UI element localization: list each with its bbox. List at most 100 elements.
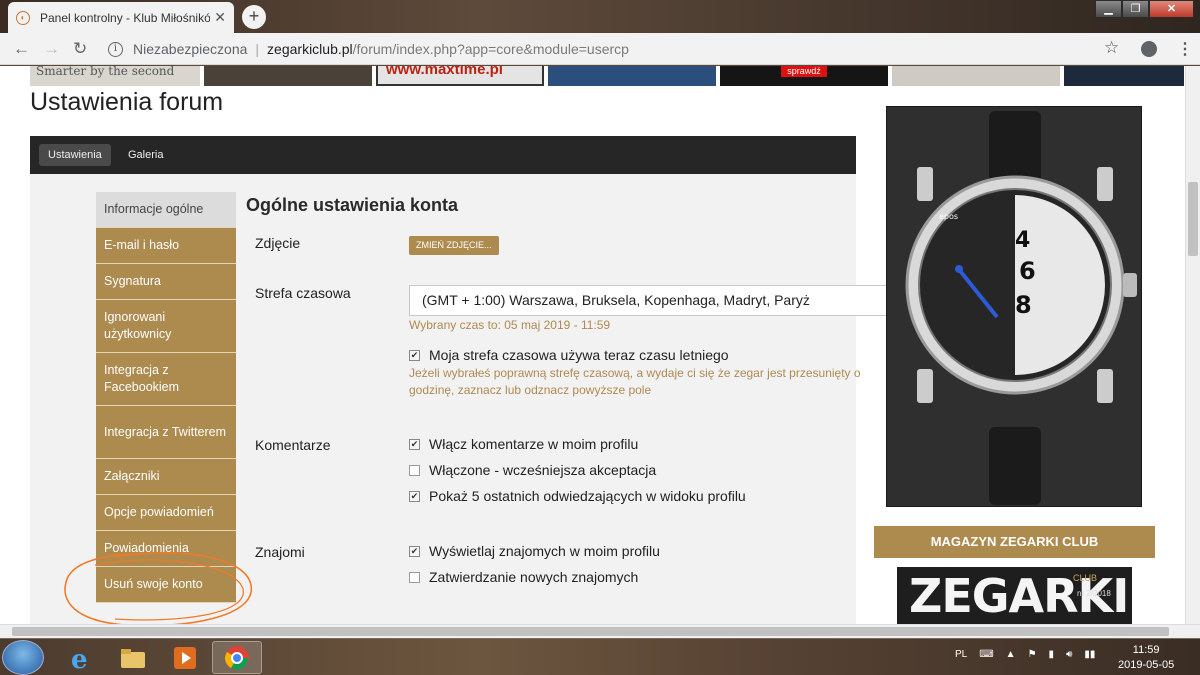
site-favicon-icon: ◐ <box>16 10 30 25</box>
action-center-flag-icon[interactable]: ⚑ <box>1028 649 1037 660</box>
info-icon[interactable]: i <box>108 41 123 57</box>
horizontal-scrollbar[interactable] <box>0 624 1200 638</box>
vertical-scroll-thumb[interactable] <box>1188 182 1198 256</box>
network-icon[interactable]: ▮▮ <box>1084 649 1095 660</box>
vertical-scrollbar[interactable] <box>1185 66 1200 624</box>
ad-banner[interactable] <box>1064 66 1184 86</box>
checkbox-unchecked[interactable] <box>409 464 420 476</box>
minimize-button[interactable]: ▁ <box>1095 0 1122 18</box>
magazine-cover[interactable]: ZEGARKI CLUB nr 2/2018 <box>897 567 1132 624</box>
media-player-icon[interactable] <box>160 641 210 674</box>
watch-image: 4 6 8 epos <box>905 111 1137 505</box>
dst-checkbox-row[interactable]: ✔ Moja strefa czasowa używa teraz czasu … <box>409 347 729 363</box>
tab-gallery[interactable]: Galeria <box>119 144 172 166</box>
ad-banner[interactable] <box>204 66 372 86</box>
show-hidden-icons[interactable]: ▲ <box>1006 649 1016 660</box>
svg-text:4: 4 <box>1015 228 1030 253</box>
address-bar[interactable]: i Niezabezpieczona | zegarkiclub.pl /for… <box>100 36 1130 62</box>
arrow-left-icon[interactable]: ← <box>13 39 30 59</box>
new-tab-button[interactable]: + <box>242 5 266 29</box>
internet-explorer-icon[interactable]: e <box>56 641 106 674</box>
comments-option-row[interactable]: ✔ Pokaż 5 ostatnich odwiedzających w wid… <box>409 488 746 504</box>
friends-option-label: Wyświetlaj znajomych w moim profilu <box>429 543 660 559</box>
sidebar-item-ignored-users[interactable]: Ignorowani użytkownicy <box>96 300 236 353</box>
watch-advertisement[interactable]: 4 6 8 epos <box>886 106 1142 507</box>
sidebar-item-twitter[interactable]: Integracja z Twitterem <box>96 406 236 459</box>
security-label: Niezabezpieczona <box>133 41 248 57</box>
checkbox-checked[interactable]: ✔ <box>409 438 420 450</box>
keyboard-icon[interactable]: ⌨ <box>979 649 993 660</box>
windows-taskbar: e PL ⌨ ▲ ⚑ ▮ 🔊︎ ▮▮ 11:59 2019-05-05 <box>0 638 1200 675</box>
photo-label: Zdjęcie <box>255 235 301 251</box>
sidebar-item-signature[interactable]: Sygnatura <box>96 264 236 300</box>
url-path: /forum/index.php?app=core&module=usercp <box>352 41 629 57</box>
language-indicator[interactable]: PL <box>955 649 967 660</box>
checkbox-checked[interactable]: ✔ <box>409 545 420 557</box>
tab-title: Panel kontrolny - Klub Miłośników <box>40 10 210 25</box>
volume-icon[interactable]: 🔊︎ <box>1066 649 1072 660</box>
ad-banner-strip: Smarter by the second www.maxtime.pl spr… <box>30 66 1184 86</box>
bookmark-star-icon[interactable]: ☆ <box>1104 38 1119 58</box>
sidebar-item-attachments[interactable]: Załączniki <box>96 459 236 495</box>
browser-toolbar: ← → ↻ i Niezabezpieczona | zegarkiclub.p… <box>0 33 1200 65</box>
menu-dots-icon[interactable]: ⋮ <box>1177 39 1193 59</box>
change-photo-button[interactable]: ZMIEŃ ZDJĘCIE... <box>409 236 499 255</box>
ad-banner[interactable]: Smarter by the second <box>30 66 200 86</box>
close-window-button[interactable]: ✕ <box>1149 0 1194 18</box>
taskbar-clock[interactable]: 11:59 2019-05-05 <box>1118 643 1174 673</box>
comments-option-label: Włącz komentarze w moim profilu <box>429 436 639 452</box>
checkbox-checked[interactable]: ✔ <box>409 490 420 502</box>
ie-logo: e <box>71 645 88 672</box>
annotation-circle <box>64 552 252 627</box>
friends-option-row[interactable]: ✔ Wyświetlaj znajomych w moim profilu <box>409 543 660 559</box>
dst-hint: Jeżeli wybrałeś poprawną strefę czasową,… <box>409 366 861 397</box>
svg-text:6: 6 <box>1019 257 1036 285</box>
ad-cta[interactable]: sprawdź <box>781 66 827 77</box>
ad-banner[interactable] <box>548 66 716 86</box>
comments-label: Komentarze <box>255 437 331 453</box>
timezone-selected-value: (GMT + 1:00) Warszawa, Bruksela, Kopenha… <box>422 292 810 308</box>
checkbox-checked[interactable]: ✔ <box>409 349 420 361</box>
sidebar-item-general[interactable]: Informacje ogólne <box>96 192 236 228</box>
friends-option-row[interactable]: Zatwierdzanie nowych znajomych <box>409 569 638 585</box>
reload-icon[interactable]: ↻ <box>73 39 87 59</box>
account-icon[interactable] <box>1141 41 1157 57</box>
tab-settings[interactable]: Ustawienia <box>39 144 111 166</box>
ad-banner[interactable]: sprawdź <box>720 66 888 86</box>
url-domain: zegarkiclub.pl <box>267 41 353 57</box>
sidebar-item-email-password[interactable]: E-mail i hasło <box>96 228 236 264</box>
timezone-label: Strefa czasowa <box>255 285 351 301</box>
timezone-select[interactable]: (GMT + 1:00) Warszawa, Bruksela, Kopenha… <box>409 285 911 316</box>
maximize-button[interactable]: ❐ <box>1122 0 1149 18</box>
checkbox-unchecked[interactable] <box>409 571 420 583</box>
browser-tab[interactable]: ◐ Panel kontrolny - Klub Miłośników ✕ <box>8 2 234 33</box>
chrome-icon[interactable] <box>212 641 262 674</box>
battery-icon[interactable]: ▮ <box>1049 649 1055 660</box>
horizontal-scroll-thumb[interactable] <box>12 627 1169 636</box>
svg-text:e: e <box>71 645 88 672</box>
friends-label: Znajomi <box>255 544 305 560</box>
friends-option-label: Zatwierdzanie nowych znajomych <box>429 569 639 585</box>
dst-checkbox-label: Moja strefa czasowa używa teraz czasu le… <box>429 347 729 363</box>
chrome-logo <box>225 645 249 670</box>
sidebar-item-notification-options[interactable]: Opcje powiadomień <box>96 495 236 531</box>
sidebar-item-facebook[interactable]: Integracja z Facebookiem <box>96 353 236 406</box>
browser-titlebar: ◐ Panel kontrolny - Klub Miłośników ✕ + … <box>0 0 1200 33</box>
file-explorer-icon[interactable] <box>108 641 158 674</box>
comments-option-row[interactable]: ✔ Włącz komentarze w moim profilu <box>409 436 638 452</box>
url-separator: | <box>255 41 260 57</box>
ad-banner[interactable] <box>892 66 1060 86</box>
settings-tabs: Ustawienia Galeria <box>30 136 856 174</box>
tab-close-icon[interactable]: ✕ <box>214 9 226 26</box>
comments-option-label: Pokaż 5 ostatnich odwiedzających w widok… <box>429 488 746 504</box>
folder-icon <box>121 648 145 668</box>
ad-banner[interactable]: www.maxtime.pl <box>376 66 544 86</box>
svg-text:8: 8 <box>1015 291 1032 319</box>
system-tray: PL ⌨ ▲ ⚑ ▮ 🔊︎ ▮▮ <box>955 649 1095 660</box>
magazine-club: CLUB <box>1073 573 1098 583</box>
magazine-header: MAGAZYN ZEGARKI CLUB <box>874 526 1155 558</box>
comments-option-row[interactable]: Włączone - wcześniejsza akceptacja <box>409 462 656 478</box>
window-controls: ▁ ❐ ✕ <box>1095 0 1194 18</box>
arrow-right-icon[interactable]: → <box>43 39 60 59</box>
start-button[interactable] <box>2 640 44 675</box>
